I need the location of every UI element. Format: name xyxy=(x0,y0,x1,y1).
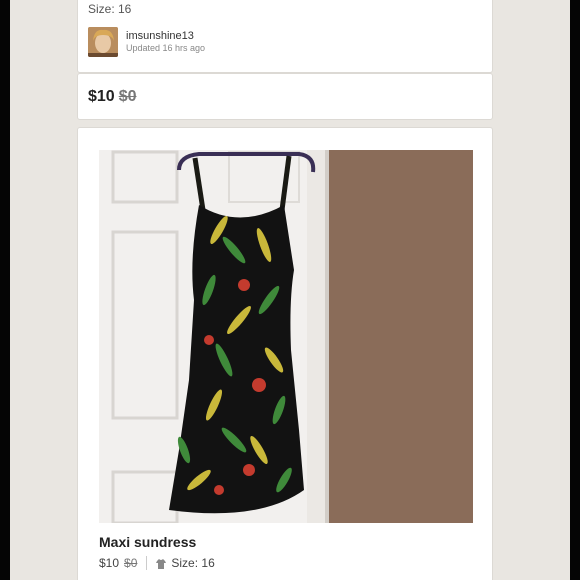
listing-size: Size: 16 xyxy=(171,556,215,570)
left-border xyxy=(0,0,10,580)
updated-timestamp: Updated 16 hrs ago xyxy=(126,43,206,53)
price-card: $10 $0 xyxy=(77,73,493,120)
seller-name[interactable]: imsunshine13 xyxy=(126,30,205,42)
listing-title[interactable]: Maxi sundress xyxy=(99,534,196,550)
avatar[interactable] xyxy=(88,27,118,57)
right-border xyxy=(570,0,580,580)
listing-photo[interactable] xyxy=(99,150,473,523)
shirt-icon xyxy=(156,558,167,569)
previous-listing-card[interactable]: Size: 16 imsunshine13 Updated 16 hrs ago xyxy=(77,0,493,73)
price: $10 xyxy=(88,88,115,105)
listing-card[interactable]: Maxi sundress $10 $0 Size: 16 xyxy=(77,127,493,580)
seller-info[interactable]: imsunshine13 Updated 16 hrs ago xyxy=(88,27,205,57)
original-price: $0 xyxy=(118,88,137,105)
listing-original-price: $0 xyxy=(124,556,138,570)
divider xyxy=(146,556,148,570)
listing-price: $10 xyxy=(99,556,120,570)
listing-meta: $10 $0 Size: 16 xyxy=(99,556,215,570)
size-label: Size: 16 xyxy=(88,2,132,16)
